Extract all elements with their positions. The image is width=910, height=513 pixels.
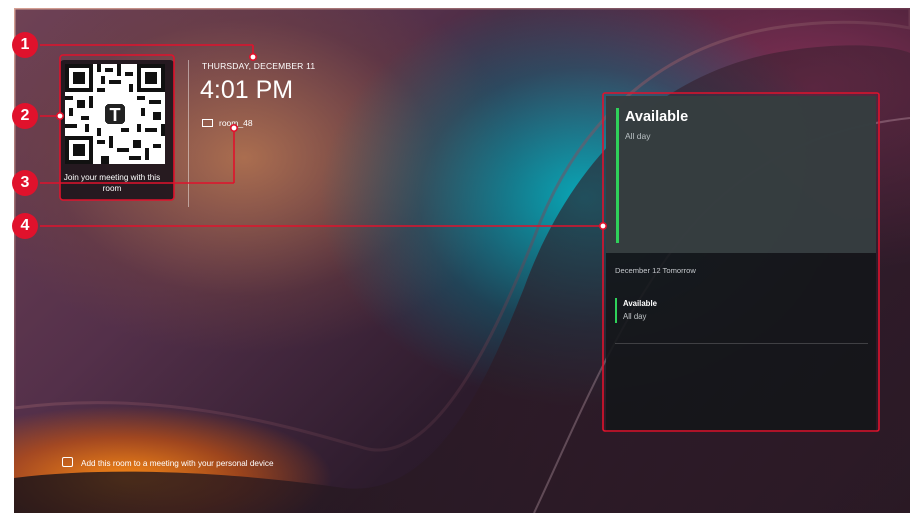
- annotation-badge-4: 4: [12, 213, 38, 239]
- today-status-title: Available: [625, 109, 689, 125]
- time-label: 4:01 PM: [200, 76, 294, 104]
- add-room-hint-text: Add this room to a meeting with your per…: [81, 459, 274, 468]
- teams-logo-icon: T: [110, 105, 121, 125]
- tomorrow-status-title: Available: [623, 299, 657, 308]
- annotation-badge-3: 3: [12, 170, 38, 196]
- annotation-badge-3-label: 3: [20, 174, 30, 191]
- tomorrow-header: December 12 Tomorrow: [615, 266, 696, 275]
- annotation-badge-1: 1: [12, 32, 38, 58]
- today-status-subtitle: All day: [625, 131, 651, 141]
- room-name-label: room_48: [219, 118, 253, 128]
- qr-caption: Join your meeting with this room: [63, 173, 161, 193]
- divider-line: [615, 343, 868, 344]
- qr-code[interactable]: T: [65, 64, 165, 164]
- availability-indicator: [616, 108, 619, 243]
- annotation-badge-4-label: 4: [20, 217, 30, 234]
- display-icon: [202, 119, 213, 127]
- tomorrow-status-subtitle: All day: [623, 312, 647, 321]
- screenshot-frame: T Join your meeting with this room THURS…: [0, 0, 910, 513]
- date-label: THURSDAY, DECEMBER 11: [202, 61, 316, 71]
- tomorrow-availability-indicator: [615, 298, 617, 323]
- add-room-hint[interactable]: Add this room to a meeting with your per…: [62, 457, 274, 468]
- calendar-panel[interactable]: Available All day December 12 Tomorrow A…: [606, 96, 876, 432]
- annotation-badge-1-label: 1: [20, 36, 30, 53]
- today-availability-card[interactable]: Available All day: [606, 96, 876, 253]
- annotation-badge-2: 2: [12, 103, 38, 129]
- annotation-badge-2-label: 2: [20, 107, 30, 124]
- divider: [188, 60, 189, 207]
- cast-device-icon: [62, 457, 73, 467]
- room-name: room_48: [202, 118, 253, 128]
